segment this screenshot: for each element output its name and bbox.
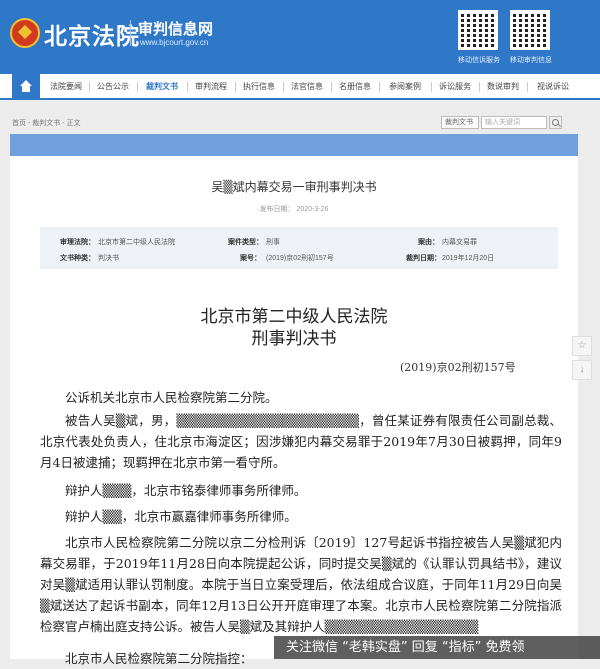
promo-watermark: 关注微信 “老韩实盘” 回复 “指标” 免费领 — [274, 636, 600, 659]
nav-item-litigation-videos[interactable]: 视说诉讼 — [528, 74, 578, 100]
search-icon[interactable] — [549, 116, 562, 129]
site-subtitle: 审判信息网 — [138, 20, 214, 38]
nav-item-reference-cases[interactable]: 参阅案例 — [380, 74, 430, 100]
nav-item-judgments[interactable]: 裁判文书 — [139, 74, 185, 100]
case-no-label: 案号： — [240, 255, 261, 262]
nav-item-trial-process[interactable]: 审判流程 — [188, 74, 234, 100]
paragraph-defender-1: 辩护人▒▒▒，北京市铭泰律师事务所律师。 — [65, 483, 307, 498]
case-metadata: 审理法院： 北京市第二中级人民法院 案件类型： 刑事 案由： 内幕交易罪 文书种… — [40, 227, 558, 269]
case-type-label: 案件类型： — [228, 239, 263, 246]
case-number: (2019)京02刑初157号 — [400, 361, 516, 374]
court-label: 审理法院： — [60, 239, 95, 246]
nav-item-judges[interactable]: 法官信息 — [284, 74, 330, 100]
judgment-date-label: 裁判日期： — [406, 255, 441, 262]
doc-kind-value: 判决书 — [98, 255, 119, 262]
document-type-heading: 刑事判决书 — [251, 329, 337, 349]
judgment-date-value: 2019年12月20日 — [442, 255, 495, 262]
site-header: 北京法院 审判信息网 www.bjcourt.gov.cn 移动信诉服务 移动审… — [0, 0, 600, 74]
qr-label-2: 移动审判信息 — [510, 57, 552, 64]
doc-kind-label: 文书种类： — [60, 255, 95, 262]
site-title[interactable]: 北京法院 — [44, 17, 140, 51]
favorite-icon[interactable]: ☆ — [572, 336, 592, 356]
cause-label: 案由： — [418, 239, 439, 246]
paragraph-prosecutor: 公诉机关北京市人民检察院第二分院。 — [65, 390, 278, 405]
document-title: 吴▒斌内幕交易一审刑事判决书 — [211, 180, 377, 194]
qr-label-1: 移动信诉服务 — [458, 57, 500, 64]
search-category-select[interactable]: 裁判文书 — [441, 116, 479, 129]
case-type-value: 刑事 — [266, 239, 280, 246]
search-input[interactable]: 输入关键词 — [481, 116, 547, 129]
breadcrumb[interactable]: 首页 - 裁判文书 - 正文 — [12, 118, 80, 128]
nav-item-litigation-service[interactable]: 诉讼服务 — [432, 74, 478, 100]
cause-value: 内幕交易罪 — [442, 239, 477, 246]
nav-item-news[interactable]: 法院要闻 — [44, 74, 88, 100]
paragraph-indictment: 北京市人民检察院第二分院以京二分检刑诉〔2019〕127号起诉书指控被告人吴▒斌… — [40, 535, 562, 634]
qr-code-icon — [510, 10, 550, 50]
nav-item-announcements[interactable]: 公告公示 — [90, 74, 136, 100]
document-panel: 吴▒斌内幕交易一审刑事判决书 发布日期： 2020-3-26 审理法院： 北京市… — [10, 134, 578, 666]
site-url: www.bjcourt.gov.cn — [140, 38, 209, 47]
nav-separator — [137, 82, 138, 92]
publish-date: 发布日期： 2020-3-26 — [259, 206, 329, 213]
main-nav: 法院要闻 公告公示 裁判文书 审判流程 执行信息 法官信息 名册信息 参阅案例 … — [0, 74, 600, 100]
nav-item-enforcement[interactable]: 执行信息 — [236, 74, 282, 100]
download-icon[interactable]: ↓ — [572, 360, 592, 380]
nav-item-trial-data[interactable]: 数说审判 — [480, 74, 526, 100]
case-no-value: (2019)京02刑初157号 — [266, 255, 334, 262]
header-divider — [130, 20, 131, 46]
court-value: 北京市第二中级人民法院 — [98, 239, 175, 246]
paragraph-defendant: 被告人吴▒斌，男，▒▒▒▒▒▒▒▒▒▒▒▒▒▒▒▒▒▒▒，曾任某证券有限责任公司… — [40, 413, 562, 470]
court-emblem-icon — [10, 18, 40, 48]
nav-item-registry[interactable]: 名册信息 — [332, 74, 378, 100]
document-header-band — [10, 134, 578, 156]
paragraph-defender-2: 辩护人▒▒，北京市赢嘉律师事务所律师。 — [65, 509, 297, 524]
home-icon[interactable] — [12, 74, 40, 100]
qr-code-icon — [458, 10, 498, 50]
